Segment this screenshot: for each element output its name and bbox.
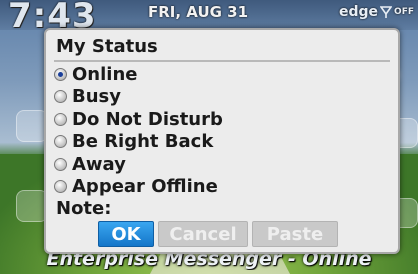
radio-icon[interactable] [54,157,67,171]
radio-icon[interactable] [54,135,67,149]
option-label: Appear Offline [72,176,218,198]
radio-icon[interactable] [54,67,67,81]
signal-icon [380,6,393,18]
date-label: FRI, AUG 31 [148,3,249,21]
paste-button[interactable]: Paste [252,221,338,247]
note-label: Note: [56,198,112,219]
cancel-button[interactable]: Cancel [158,221,248,247]
dialog-title: My Status [56,36,158,57]
radio-icon[interactable] [54,112,67,126]
radio-state: OFF [394,7,414,17]
title-divider [54,60,390,62]
option-label: Busy [72,86,121,108]
status-bar: 7:43 FRI, AUG 31 edge OFF [0,0,418,36]
option-online[interactable]: Online [54,63,223,86]
option-do-not-disturb[interactable]: Do Not Disturb [54,108,223,131]
option-label: Away [72,153,126,175]
dialog-buttons: OK Cancel Paste [98,221,338,247]
option-be-right-back[interactable]: Be Right Back [54,131,223,154]
network-type: edge [339,4,379,20]
ok-button[interactable]: OK [98,221,154,247]
radio-icon[interactable] [54,90,67,104]
option-label: Be Right Back [72,131,214,153]
option-label: Do Not Disturb [72,108,223,130]
status-dialog: My Status Online Busy Do Not Disturb Be … [44,28,400,254]
option-appear-offline[interactable]: Appear Offline [54,176,223,199]
network-indicator: edge OFF [339,4,414,20]
status-options: Online Busy Do Not Disturb Be Right Back… [54,63,223,198]
option-busy[interactable]: Busy [54,86,223,109]
radio-icon[interactable] [54,180,67,194]
option-label: Online [72,63,138,85]
option-away[interactable]: Away [54,153,223,176]
